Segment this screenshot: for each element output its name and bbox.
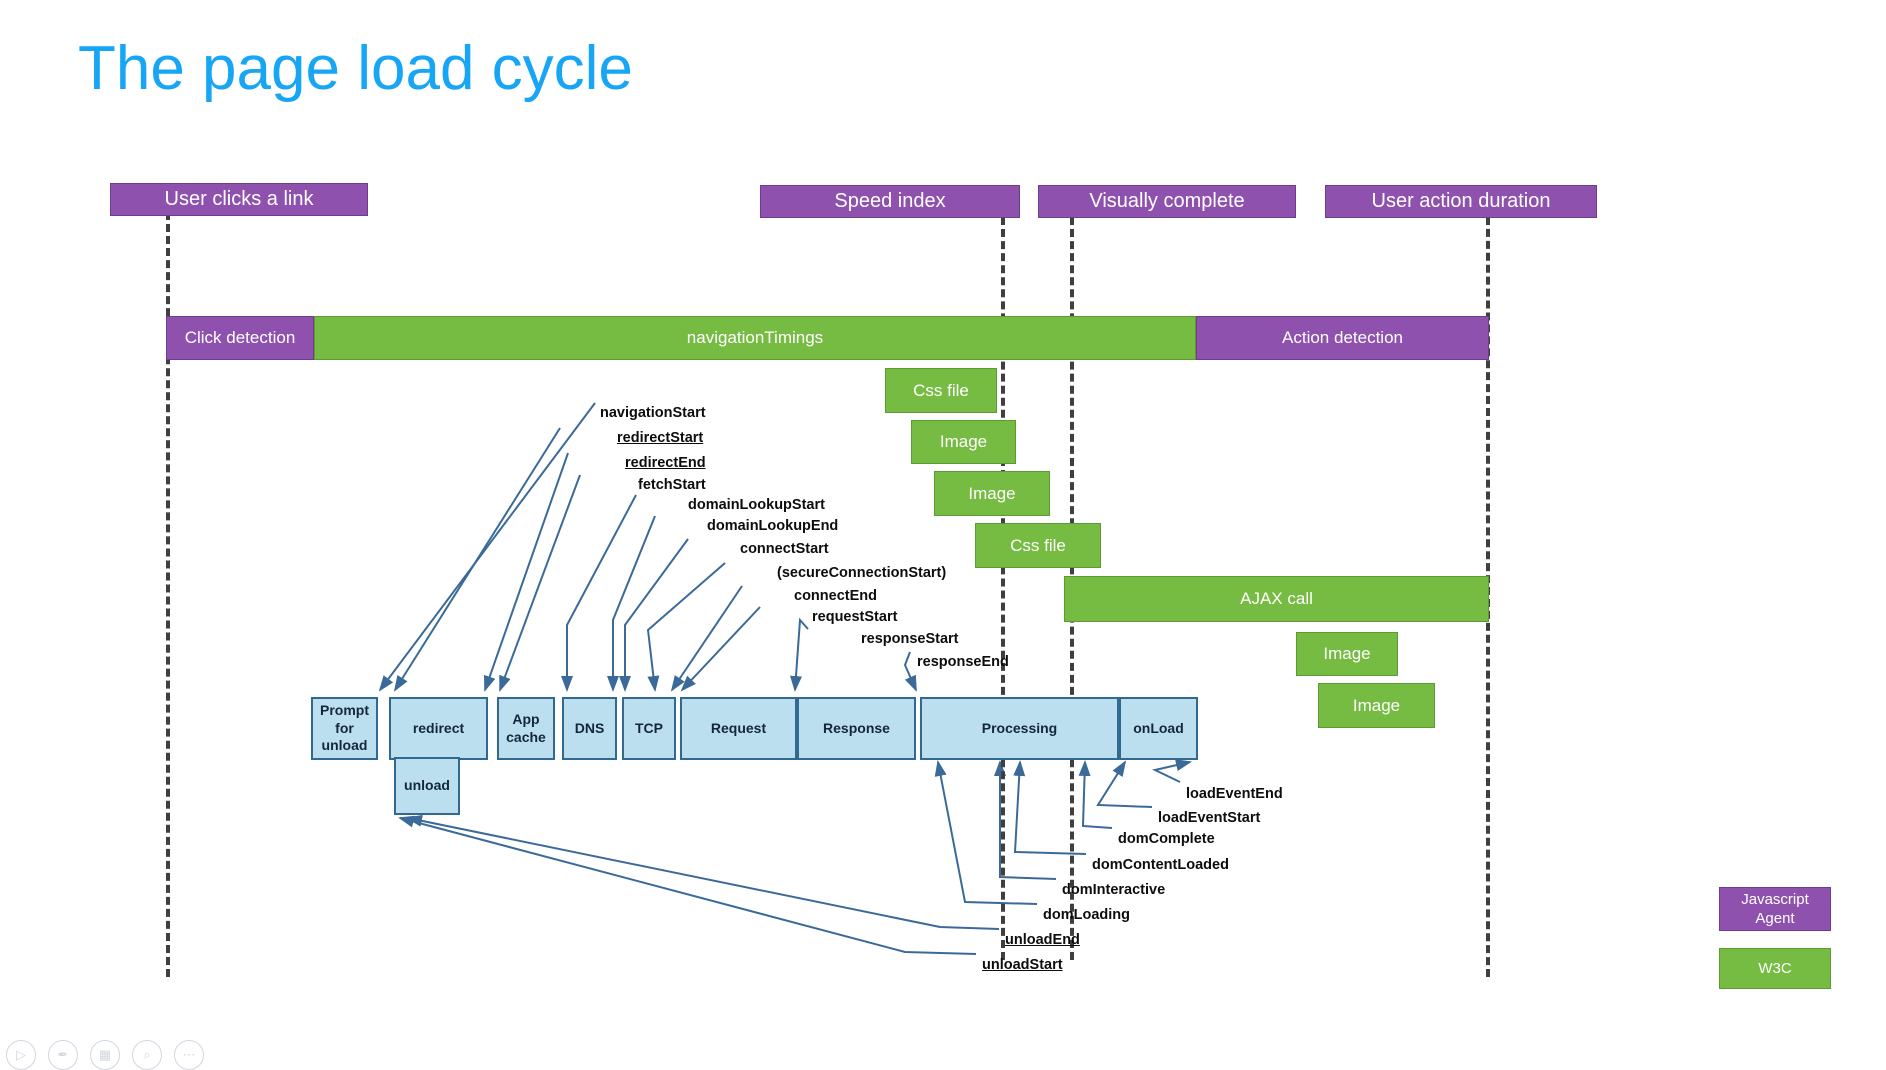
- play-icon[interactable]: ▷: [6, 1040, 36, 1070]
- label-redirectEnd: redirectEnd: [625, 455, 706, 471]
- resource-image-3: Image: [1296, 632, 1398, 676]
- label-unloadEnd: unloadEnd: [1005, 932, 1080, 948]
- page-title: The page load cycle: [78, 34, 633, 103]
- label-requestStart: requestStart: [812, 609, 898, 625]
- label-responseEnd: responseEnd: [917, 654, 1009, 670]
- pen-icon[interactable]: ✒: [48, 1040, 78, 1070]
- timing-dns: DNS: [562, 697, 617, 760]
- timing-onload: onLoad: [1119, 697, 1198, 760]
- phase-navigation-timings: navigationTimings: [314, 316, 1196, 360]
- timing-tcp: TCP: [622, 697, 676, 760]
- resource-ajax-call: AJAX call: [1064, 576, 1489, 622]
- resource-image-1: Image: [911, 420, 1016, 464]
- label-loadEventEnd: loadEventEnd: [1186, 786, 1283, 802]
- label-domainLookupStart: domainLookupStart: [688, 497, 825, 513]
- slide-canvas: The page load cycle User clicks a link S…: [0, 0, 1886, 1070]
- marker-user-clicks-a-link: User clicks a link: [110, 183, 368, 216]
- resource-css-file-2: Css file: [975, 523, 1101, 568]
- zoom-icon[interactable]: ⌕: [132, 1040, 162, 1070]
- timing-redirect: redirect: [389, 697, 488, 760]
- connector-lines: [378, 402, 1192, 955]
- label-domInteractive: domInteractive: [1062, 882, 1166, 898]
- label-loadEventStart: loadEventStart: [1158, 810, 1261, 826]
- marker-visually-complete: Visually complete: [1038, 185, 1296, 218]
- label-fetchStart: fetchStart: [638, 477, 706, 493]
- timing-unload: unload: [394, 757, 460, 815]
- label-domComplete: domComplete: [1118, 831, 1215, 847]
- label-domContentLoaded: domContentLoaded: [1092, 857, 1229, 873]
- label-navigationStart: navigationStart: [600, 405, 706, 421]
- label-responseStart: responseStart: [861, 631, 959, 647]
- label-unloadStart: unloadStart: [982, 957, 1063, 973]
- timing-app-cache: App cache: [497, 697, 555, 760]
- resource-image-4: Image: [1318, 683, 1435, 728]
- timing-processing: Processing: [920, 697, 1119, 760]
- timing-prompt-for-unload: Prompt for unload: [311, 697, 378, 760]
- label-secureConnectionStart: (secureConnectionStart): [777, 565, 947, 581]
- legend-javascript-agent: Javascript Agent: [1719, 887, 1831, 931]
- timing-request: Request: [680, 697, 797, 760]
- grid-icon[interactable]: ▦: [90, 1040, 120, 1070]
- label-connectStart: connectStart: [740, 541, 829, 557]
- marker-user-action-duration: User action duration: [1325, 185, 1597, 218]
- more-icon[interactable]: ⋯: [174, 1040, 204, 1070]
- label-domainLookupEnd: domainLookupEnd: [707, 518, 839, 534]
- resource-image-2: Image: [934, 471, 1050, 516]
- label-connectEnd: connectEnd: [794, 588, 877, 604]
- resource-css-file-1: Css file: [885, 368, 997, 413]
- label-redirectStart: redirectStart: [617, 430, 704, 446]
- label-domLoading: domLoading: [1043, 907, 1130, 923]
- phase-action-detection: Action detection: [1196, 316, 1489, 360]
- phase-click-detection: Click detection: [166, 316, 314, 360]
- legend-w3c: W3C: [1719, 948, 1831, 989]
- marker-speed-index: Speed index: [760, 185, 1020, 218]
- timing-response: Response: [797, 697, 916, 760]
